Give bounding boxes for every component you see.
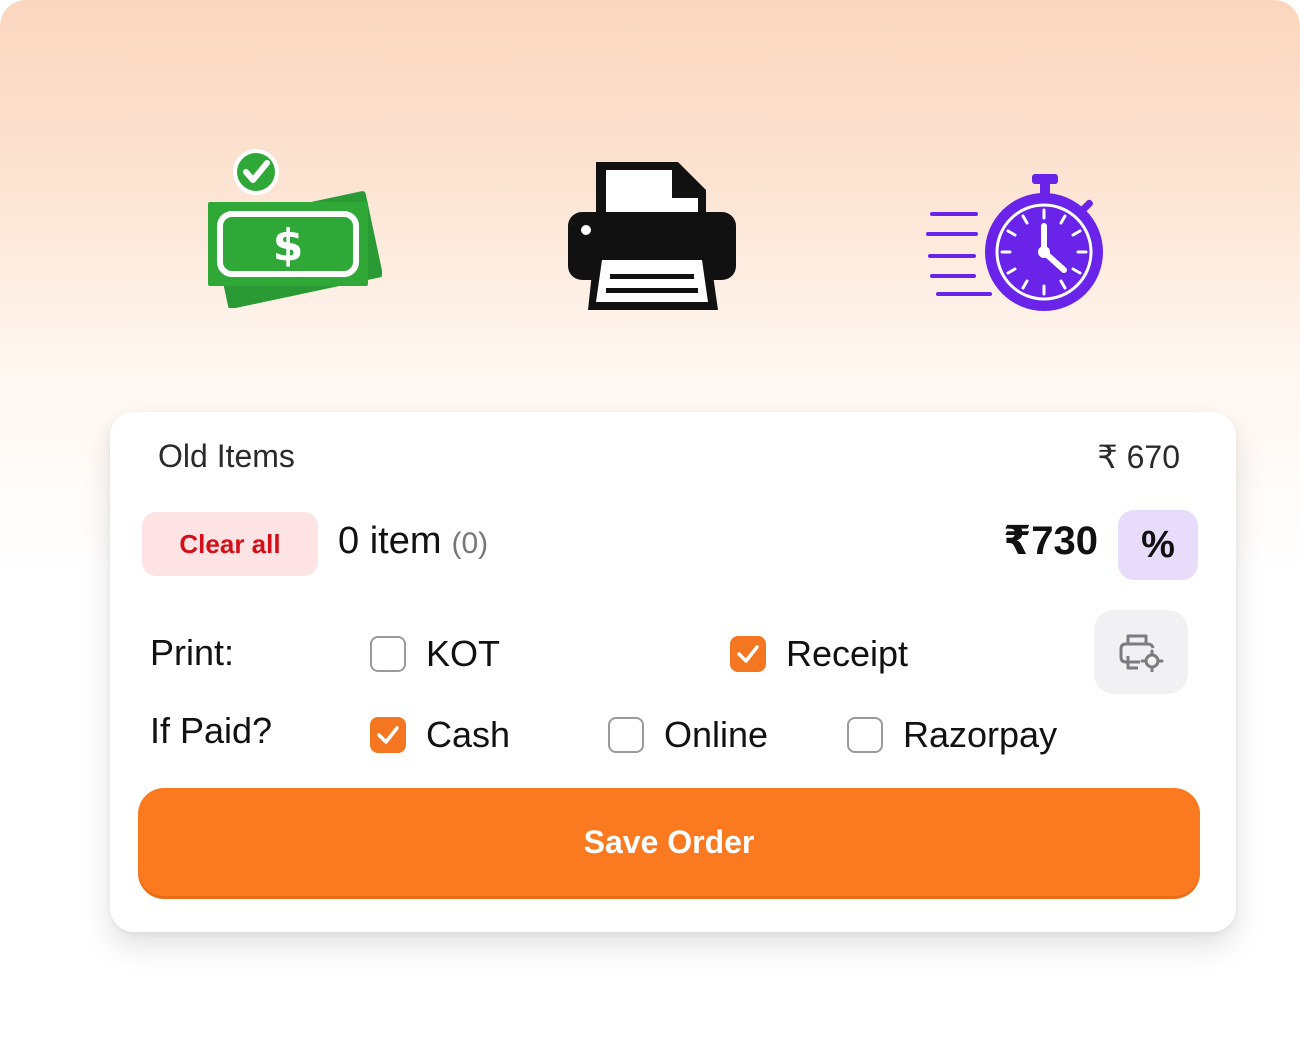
printer-settings-icon xyxy=(1119,634,1164,672)
print-option-receipt[interactable]: Receipt xyxy=(730,633,908,675)
save-order-button[interactable]: Save Order xyxy=(138,788,1200,896)
order-summary-card: Old Items ₹ 670 Clear all 0 item (0) ₹730… xyxy=(110,412,1236,932)
payment-option-cash[interactable]: Cash xyxy=(370,714,510,756)
cash-label: Cash xyxy=(426,714,511,755)
promo-canvas: $ Old Items ₹ 670 Clear all 0 item (0) ₹… xyxy=(0,0,1300,1040)
discount-button[interactable]: % xyxy=(1118,510,1198,580)
printer-settings-button[interactable] xyxy=(1094,610,1188,694)
razorpay-label: Razorpay xyxy=(903,714,1058,755)
receipt-label: Receipt xyxy=(786,633,909,674)
kot-checkbox[interactable] xyxy=(370,636,406,672)
payment-option-online[interactable]: Online xyxy=(608,714,768,756)
timer-icon xyxy=(926,174,1103,311)
razorpay-checkbox[interactable] xyxy=(847,717,883,753)
cash-checkbox[interactable] xyxy=(370,717,406,753)
old-items-label: Old Items xyxy=(158,438,295,474)
kot-label: KOT xyxy=(426,633,501,674)
item-count: 0 item (0) xyxy=(338,520,488,563)
check-icon xyxy=(377,726,399,744)
check-icon xyxy=(737,645,759,663)
old-items-value: ₹ 670 xyxy=(1097,439,1180,475)
item-count-sub: (0) xyxy=(451,527,489,560)
money-icon: $ xyxy=(208,149,382,308)
printer-icon xyxy=(568,162,736,310)
print-option-kot[interactable]: KOT xyxy=(370,633,500,675)
payment-option-razorpay[interactable]: Razorpay xyxy=(847,714,1057,756)
clear-all-button[interactable]: Clear all xyxy=(142,512,318,576)
print-label: Print: xyxy=(150,632,235,673)
receipt-checkbox[interactable] xyxy=(730,636,766,672)
order-total: ₹730 xyxy=(1003,519,1098,563)
online-checkbox[interactable] xyxy=(608,717,644,753)
item-count-label: 0 item xyxy=(338,520,442,562)
online-label: Online xyxy=(664,714,769,755)
svg-text:$: $ xyxy=(273,220,304,271)
payment-label: If Paid? xyxy=(150,710,273,751)
